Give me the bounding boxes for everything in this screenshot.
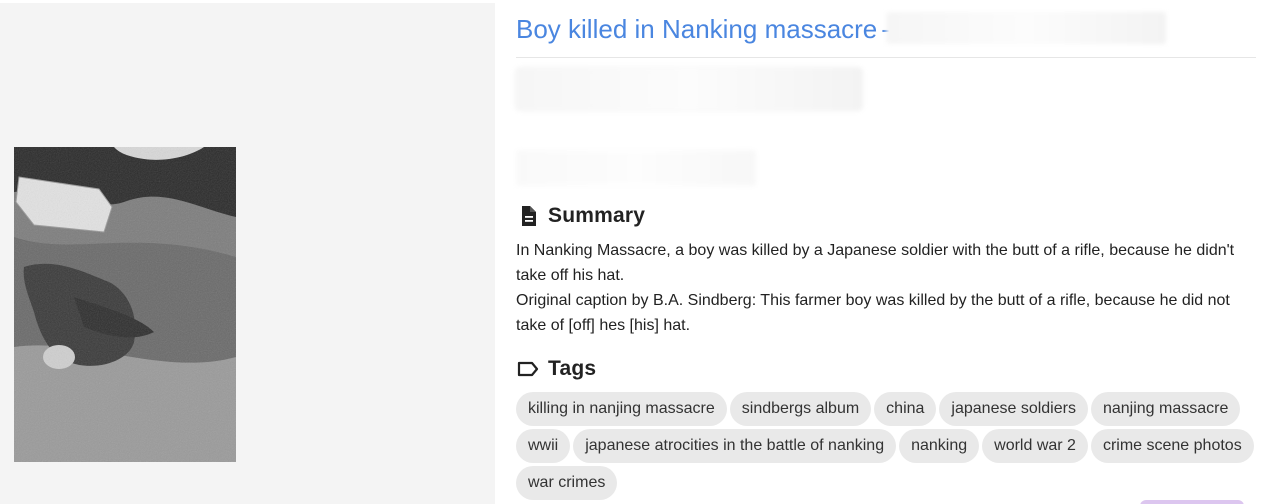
details-panel: Boy killed in Nanking massacre- Summary …: [516, 0, 1256, 504]
tags-heading: Tags: [548, 357, 597, 380]
tag-chip[interactable]: crime scene photos: [1090, 429, 1254, 463]
tag-chip[interactable]: world war 2: [982, 429, 1088, 463]
tag-chip[interactable]: nanjing massacre: [1090, 392, 1241, 426]
tag-list: killing in nanjing massacre sindbergs alb…: [516, 392, 1256, 500]
tag-chip[interactable]: china: [874, 392, 937, 426]
divider: [516, 57, 1256, 58]
tag-chip[interactable]: nanking: [899, 429, 980, 463]
summary-paragraph: Original caption by B.A. Sindberg: This …: [516, 292, 1230, 334]
tag-icon: [517, 361, 539, 377]
tag-chip[interactable]: japanese soldiers: [939, 392, 1088, 426]
tag-chip[interactable]: wwii: [516, 429, 571, 463]
historical-photo[interactable]: [14, 147, 236, 462]
tag-chip[interactable]: sindbergs album: [729, 392, 872, 426]
redacted-title-region: [886, 12, 1166, 44]
page-title[interactable]: Boy killed in Nanking massacre-: [516, 14, 890, 44]
summary-header: Summary: [516, 204, 645, 228]
redacted-meta-region: [516, 68, 862, 110]
redacted-meta-region-2: [516, 150, 756, 186]
summary-paragraph: In Nanking Massacre, a boy was killed by…: [516, 242, 1235, 284]
tag-chip[interactable]: japanese atrocities in the battle of nan…: [573, 429, 897, 463]
tags-header: Tags: [516, 357, 596, 381]
document-icon: [522, 206, 536, 226]
tag-chip[interactable]: war crimes: [516, 466, 618, 500]
summary-body: In Nanking Massacre, a boy was killed by…: [516, 238, 1252, 338]
image-panel: [0, 3, 495, 504]
photo-graphic: [14, 147, 236, 462]
tag-chip[interactable]: killing in nanjing massacre: [516, 392, 727, 426]
floating-action[interactable]: [1140, 500, 1244, 504]
page-title-text: Boy killed in Nanking massacre: [516, 14, 878, 44]
summary-heading: Summary: [548, 204, 646, 227]
